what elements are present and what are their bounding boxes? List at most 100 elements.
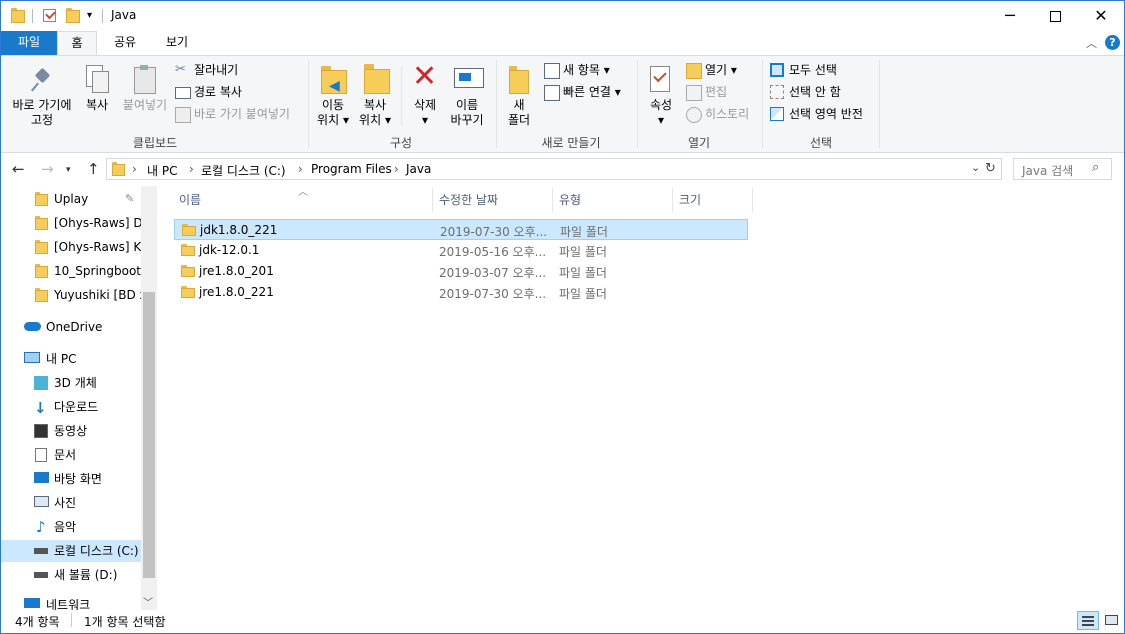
tab-home[interactable]: 홈 (57, 31, 97, 55)
nav-item-yuyushiki[interactable]: Yuyushiki [BD x (1, 284, 147, 306)
file-row[interactable]: jre1.8.0_201 2019-03-07 오후... 파일 폴더 (174, 261, 748, 282)
properties-quick-icon[interactable] (43, 8, 56, 22)
open-button[interactable]: 열기 ▾ (686, 61, 756, 79)
nav-item-ohys-kar[interactable]: [Ohys-Raws] Kar (1, 236, 153, 258)
new-folder-quick-icon[interactable] (66, 8, 80, 23)
tab-file[interactable]: 파일 (1, 31, 57, 55)
nav-item-desktop[interactable]: 바탕 화면 (1, 468, 141, 490)
film-icon (34, 424, 48, 438)
pin-icon (31, 67, 53, 92)
breadcrumb-java[interactable]: Java (406, 162, 431, 176)
document-icon (35, 448, 47, 462)
new-folder-button[interactable]: 새 폴더 (501, 98, 537, 128)
nav-item-documents[interactable]: 문서 (1, 444, 141, 466)
pin-label-1: 바로 가기에 (12, 98, 72, 112)
column-header-name[interactable]: 이름 (179, 188, 201, 212)
select-all-button[interactable]: 모두 선택 (770, 61, 880, 79)
nav-item-label: 로컬 디스크 (C:) (54, 544, 139, 558)
column-header-modified[interactable]: 수정한 날짜 (439, 188, 498, 212)
nav-item-local-disk[interactable]: 로컬 디스크 (C:) (1, 540, 141, 562)
address-bar[interactable]: › 내 PC › 로컬 디스크 (C:) › Program Files › J… (106, 158, 1002, 180)
file-row[interactable]: jdk-12.0.1 2019-05-16 오후... 파일 폴더 (174, 240, 748, 261)
open-label: 열기 (705, 63, 728, 77)
back-button[interactable]: ← (12, 160, 25, 178)
new-folder-label-2: 폴더 (507, 113, 531, 127)
nav-item-network[interactable]: 네트워크 (1, 594, 141, 610)
cut-button[interactable]: ✂ 잘라내기 (175, 61, 305, 79)
breadcrumb-separator: › (298, 162, 303, 176)
status-bar: 4개 항목 1개 항목 선택함 (1, 610, 1124, 632)
paste-button[interactable]: 붙여넣기 (119, 98, 171, 113)
easy-access-button[interactable]: 빠른 연결 ▾ (544, 83, 634, 101)
column-header-size[interactable]: 크기 (679, 188, 701, 212)
path-icon (175, 87, 191, 99)
search-icon[interactable]: ⌕ (1092, 160, 1099, 175)
select-none-button[interactable]: 선택 안 함 (770, 83, 880, 101)
column-separator[interactable] (552, 188, 553, 212)
close-button[interactable]: ✕ (1078, 1, 1124, 31)
file-row[interactable]: jre1.8.0_221 2019-07-30 오후... 파일 폴더 (174, 282, 748, 303)
recent-locations-button[interactable]: ▾ (66, 165, 71, 175)
column-separator[interactable] (432, 188, 433, 212)
copy-button[interactable]: 복사 (81, 98, 113, 113)
nav-item-thispc[interactable]: 내 PC (1, 348, 141, 370)
nav-item-label: 새 볼륨 (D:) (54, 568, 118, 582)
column-header-type[interactable]: 유형 (559, 188, 581, 212)
ribbon: 바로 가기에 고정 복사 붙여넣기 ✂ 잘라내기 경로 복사 바로 가기 붙여넣… (1, 55, 1124, 153)
edit-button[interactable]: 편집 (686, 83, 756, 101)
collapse-ribbon-icon[interactable]: ︿ (1086, 35, 1097, 51)
paste-shortcut-button[interactable]: 바로 가기 붙여넣기 (175, 105, 305, 123)
nav-item-downloads[interactable]: ↓ 다운로드 (1, 396, 141, 418)
nav-scrollbar-thumb[interactable] (143, 292, 155, 578)
nav-item-music[interactable]: ♪ 음악 (1, 516, 141, 538)
nav-item-pictures[interactable]: 사진 (1, 492, 141, 514)
tab-share[interactable]: 공유 (105, 31, 145, 55)
nav-item-ohys-du[interactable]: [Ohys-Raws] Du (1, 212, 150, 234)
delete-button[interactable]: 삭제 ▾ (407, 98, 443, 128)
pin-label-2: 고정 (30, 113, 54, 127)
address-dropdown-icon[interactable]: ⌄ (971, 161, 980, 174)
nav-item-uplay[interactable]: Uplay ✎ (1, 188, 141, 210)
column-separator[interactable] (752, 188, 753, 212)
tab-view[interactable]: 보기 (157, 31, 197, 55)
breadcrumb-program-files[interactable]: Program Files (311, 162, 392, 176)
new-folder-icon (509, 66, 529, 94)
details-view-button[interactable] (1077, 611, 1099, 630)
rename-button[interactable]: 이름 바꾸기 (445, 98, 489, 128)
minimize-button[interactable]: ─ (987, 1, 1033, 31)
scroll-down-icon[interactable]: ﹀ (143, 594, 153, 609)
copy-to-button[interactable]: 복사 위치 ▾ (355, 98, 395, 128)
invert-selection-button[interactable]: 선택 영역 반전 (770, 105, 880, 123)
up-button[interactable]: ↑ (87, 160, 100, 178)
properties-button[interactable]: 속성 ▾ (643, 98, 679, 128)
breadcrumb-local-disk[interactable]: 로컬 디스크 (C:) (201, 162, 286, 179)
forward-button[interactable]: → (41, 160, 54, 178)
pin-to-quick-access-button[interactable]: 바로 가기에 고정 (3, 98, 81, 128)
refresh-icon[interactable]: ↻ (985, 161, 996, 176)
file-row[interactable]: jdk1.8.0_221 2019-07-30 오후... 파일 폴더 (174, 219, 748, 240)
nav-item-onedrive[interactable]: OneDrive (1, 316, 141, 338)
customize-toolbar-icon[interactable]: ▾ (87, 10, 92, 21)
maximize-button[interactable] (1032, 1, 1078, 31)
folder-icon (35, 288, 48, 302)
breadcrumb-thispc[interactable]: 내 PC (147, 162, 177, 179)
group-separator (496, 60, 497, 148)
navigation-pane: Uplay ✎ [Ohys-Raws] Du [Ohys-Raws] Kar 1… (1, 186, 157, 610)
nav-item-new-volume[interactable]: 새 볼륨 (D:) (1, 564, 141, 586)
move-to-button[interactable]: 이동 위치 ▾ (313, 98, 353, 128)
nav-item-3d-objects[interactable]: 3D 개체 (1, 372, 141, 394)
file-type: 파일 폴더 (559, 287, 607, 301)
nav-item-videos[interactable]: 동영상 (1, 420, 141, 442)
column-separator[interactable] (672, 188, 673, 212)
help-icon[interactable]: ? (1105, 35, 1120, 50)
nav-item-springboot[interactable]: 10_Springboot (1, 260, 141, 282)
large-icons-view-button[interactable] (1102, 611, 1122, 630)
edit-icon (686, 85, 702, 101)
copy-path-button[interactable]: 경로 복사 (175, 83, 305, 101)
search-box[interactable]: Java 검색 ⌕ (1013, 158, 1112, 180)
copy-to-label-1: 복사 (363, 98, 387, 112)
search-input[interactable]: Java 검색 (1022, 162, 1073, 179)
new-item-button[interactable]: 새 항목 ▾ (544, 61, 634, 79)
folder-icon (181, 265, 195, 277)
history-button[interactable]: 히스토리 (686, 105, 756, 123)
